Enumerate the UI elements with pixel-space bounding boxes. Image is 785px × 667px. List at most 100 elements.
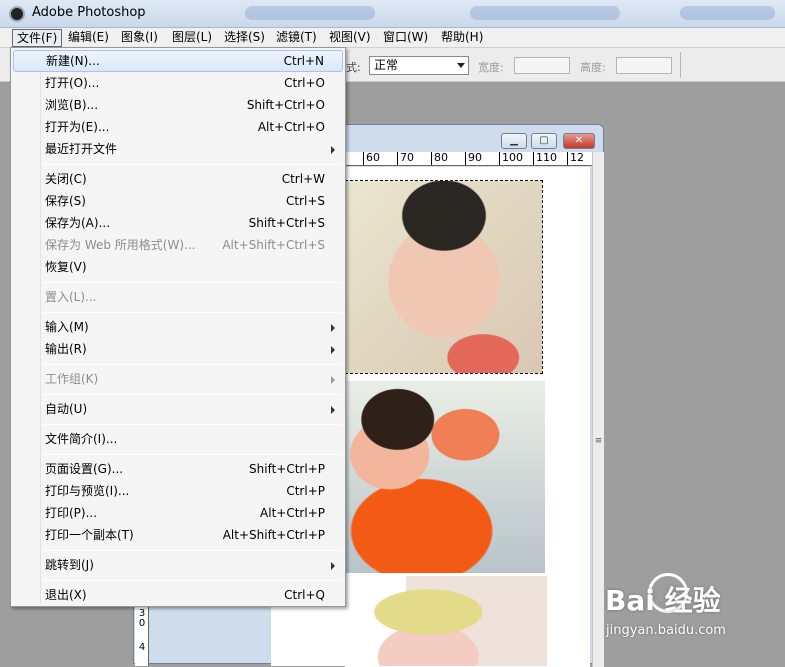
- menu-item-shortcut: Ctrl+W: [281, 172, 325, 186]
- ruler-tick-label: 12: [567, 152, 584, 165]
- menu-separator: [43, 394, 341, 395]
- menu-item-exit[interactable]: 退出(X) Ctrl+Q: [13, 584, 343, 606]
- menu-item-shortcut: Alt+Shift+Ctrl+S: [222, 238, 325, 252]
- menu-item-label: 打印与预览(I)...: [45, 484, 130, 498]
- menu-item-shortcut: Alt+Ctrl+O: [257, 120, 325, 134]
- menu-item-shortcut: Ctrl+Q: [284, 588, 325, 602]
- menu-filter[interactable]: 滤镜(T): [272, 29, 321, 47]
- menu-item-save-for-web[interactable]: 保存为 Web 所用格式(W)... Alt+Shift+Ctrl+S: [13, 234, 343, 256]
- style-label: 式:: [346, 61, 361, 74]
- menu-item-file-info[interactable]: 文件简介(I)...: [13, 428, 343, 450]
- menu-item-label: 打印(P)...: [45, 506, 98, 520]
- menu-item-new[interactable]: 新建(N)... Ctrl+N: [13, 50, 343, 72]
- menu-item-print-preview[interactable]: 打印与预览(I)... Ctrl+P: [13, 480, 343, 502]
- menu-separator: [43, 580, 341, 581]
- menu-item-open[interactable]: 打开(O)... Ctrl+O: [13, 72, 343, 94]
- menu-item-browse[interactable]: 浏览(B)... Shift+Ctrl+O: [13, 94, 343, 116]
- menu-item-label: 打开(O)...: [45, 76, 100, 90]
- maximize-button[interactable]: ▢: [531, 133, 557, 149]
- menu-item-shortcut: Shift+Ctrl+P: [249, 462, 325, 476]
- submenu-arrow-icon: [331, 324, 335, 332]
- menu-item-label: 文件简介(I)...: [45, 432, 118, 446]
- menu-item-label: 关闭(C): [45, 172, 87, 186]
- baidu-jingyan-watermark: Bai 经验 jingyan.baidu.com: [600, 571, 785, 659]
- menu-separator: [43, 282, 341, 283]
- app-title: Adobe Photoshop: [32, 5, 146, 20]
- menu-item-place[interactable]: 置入(L)...: [13, 286, 343, 308]
- menu-item-label: 新建(N)...: [46, 54, 100, 68]
- menu-item-label: 自动(U): [45, 402, 88, 416]
- ruler-tick-label: 70: [397, 152, 414, 165]
- menu-item-export[interactable]: 输出(R): [13, 338, 343, 360]
- menu-window[interactable]: 窗口(W): [379, 29, 432, 47]
- height-label: 高度:: [580, 61, 606, 74]
- ruler-tick-label: 80: [431, 152, 448, 165]
- blurred-taskbar-region: [245, 6, 375, 20]
- photoshop-app-icon: [9, 6, 25, 22]
- menu-item-label: 页面设置(G)...: [45, 462, 124, 476]
- title-bar: Adobe Photoshop: [0, 0, 785, 28]
- menu-separator: [43, 454, 341, 455]
- menu-edit[interactable]: 编辑(E): [64, 29, 113, 47]
- ruler-tick-label: 60: [363, 152, 380, 165]
- menu-item-print-one-copy[interactable]: 打印一个副本(T) Alt+Shift+Ctrl+P: [13, 524, 343, 546]
- menu-bar: 文件(F) 编辑(E) 图象(I) 图层(L) 选择(S) 滤镜(T) 视图(V…: [0, 28, 785, 48]
- style-select-value: 正常: [374, 58, 399, 72]
- ruler-tick-label: 100: [499, 152, 523, 165]
- menu-layer[interactable]: 图层(L): [168, 29, 216, 47]
- menu-item-shortcut: Shift+Ctrl+O: [246, 98, 325, 112]
- menu-separator: [43, 550, 341, 551]
- menu-item-shortcut: Shift+Ctrl+S: [248, 216, 325, 230]
- menu-separator: [43, 364, 341, 365]
- menu-item-jump-to[interactable]: 跳转到(J): [13, 554, 343, 576]
- chevron-down-icon: [457, 63, 465, 68]
- width-input[interactable]: [514, 57, 570, 74]
- menu-item-label: 恢复(V): [45, 260, 87, 274]
- menu-item-shortcut: Ctrl+S: [285, 194, 325, 208]
- watermark-url: jingyan.baidu.com: [606, 623, 726, 638]
- menu-file[interactable]: 文件(F): [12, 29, 63, 47]
- menu-help[interactable]: 帮助(H): [437, 29, 487, 47]
- ruler-tick-label: 0: [138, 618, 146, 629]
- menu-item-label: 打开为(E)...: [45, 120, 110, 134]
- ruler-tick-label: 110: [533, 152, 557, 165]
- menu-item-label: 跳转到(J): [45, 558, 94, 572]
- menu-item-label: 保存(S): [45, 194, 86, 208]
- menu-item-label: 输入(M): [45, 320, 89, 334]
- menu-item-automate[interactable]: 自动(U): [13, 398, 343, 420]
- minimize-button[interactable]: ▁: [501, 133, 527, 149]
- style-select[interactable]: 正常: [369, 56, 469, 75]
- baby-photo-selected[interactable]: [345, 180, 543, 374]
- menu-item-open-as[interactable]: 打开为(E)... Alt+Ctrl+O: [13, 116, 343, 138]
- menu-view[interactable]: 视图(V): [325, 29, 375, 47]
- watermark-logo-text: Bai 经验: [605, 584, 721, 617]
- ruler-tick-label: 4: [138, 642, 146, 653]
- menu-item-revert[interactable]: 恢复(V): [13, 256, 343, 278]
- menu-item-label: 打印一个副本(T): [45, 528, 134, 542]
- blurred-taskbar-region: [680, 6, 775, 20]
- submenu-arrow-icon: [331, 406, 335, 414]
- options-divider: [680, 52, 681, 78]
- menu-item-label: 工作组(K): [45, 372, 99, 386]
- menu-item-label: 最近打开文件: [45, 142, 118, 156]
- menu-select[interactable]: 选择(S): [220, 29, 269, 47]
- baby-photo-orange-jacket[interactable]: [346, 381, 545, 573]
- scrollbar-grip-icon[interactable]: ≡: [594, 437, 603, 447]
- menu-item-import[interactable]: 输入(M): [13, 316, 343, 338]
- menu-item-label: 保存为 Web 所用格式(W)...: [45, 238, 196, 252]
- menu-item-save[interactable]: 保存(S) Ctrl+S: [13, 190, 343, 212]
- submenu-arrow-icon: [331, 146, 335, 154]
- menu-item-label: 置入(L)...: [45, 290, 97, 304]
- menu-image[interactable]: 图象(I): [117, 29, 162, 47]
- menu-item-recent-files[interactable]: 最近打开文件: [13, 138, 343, 160]
- menu-item-close[interactable]: 关闭(C) Ctrl+W: [13, 168, 343, 190]
- menu-item-label: 输出(R): [45, 342, 87, 356]
- width-label: 宽度:: [478, 61, 504, 74]
- menu-item-print[interactable]: 打印(P)... Alt+Ctrl+P: [13, 502, 343, 524]
- close-button[interactable]: ✕: [563, 133, 595, 149]
- blurred-taskbar-region: [470, 6, 620, 20]
- menu-item-save-as[interactable]: 保存为(A)... Shift+Ctrl+S: [13, 212, 343, 234]
- menu-item-page-setup[interactable]: 页面设置(G)... Shift+Ctrl+P: [13, 458, 343, 480]
- height-input[interactable]: [616, 57, 672, 74]
- menu-item-workgroup[interactable]: 工作组(K): [13, 368, 343, 390]
